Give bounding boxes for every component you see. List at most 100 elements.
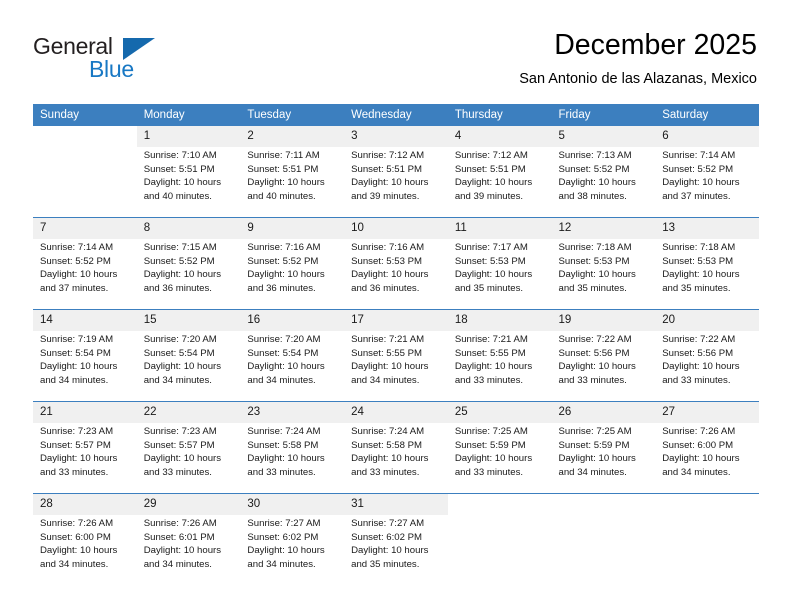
day-detail-line: and 33 minutes. (558, 374, 627, 386)
day-cell-empty (447, 494, 552, 515)
calendar-table: Sunday Monday Tuesday Wednesday Thursday Frid… (33, 104, 759, 585)
day-detail-line: Sunset: 5:52 PM (143, 255, 215, 267)
day-number[interactable]: 19 (551, 310, 656, 331)
day-detail-line: and 36 minutes. (247, 282, 316, 294)
day-number[interactable]: 6 (655, 126, 759, 147)
day-detail: Sunrise: 7:25 AM Sunset: 5:59 PM Daylight:… (551, 423, 656, 493)
day-number[interactable]: 10 (344, 218, 448, 239)
day-detail-line: Sunset: 5:54 PM (143, 347, 215, 359)
day-detail-empty (33, 147, 137, 217)
calendar-header-row: Sunday Monday Tuesday Wednesday Thursday Frid… (33, 104, 759, 126)
day-detail-line: Sunrise: 7:18 AM (558, 242, 632, 253)
day-number[interactable]: 8 (136, 218, 241, 239)
day-number[interactable]: 12 (551, 218, 656, 239)
general-blue-logo[interactable]: General Blue (33, 33, 233, 85)
day-number[interactable]: 22 (136, 402, 241, 423)
calendar-page: General Blue December 2025 San Antonio d… (0, 0, 792, 612)
day-detail: Sunrise: 7:18 AM Sunset: 5:53 PM Daylight:… (655, 239, 759, 309)
day-number[interactable]: 27 (655, 402, 759, 423)
day-number[interactable]: 30 (240, 494, 345, 515)
day-number[interactable]: 20 (655, 310, 759, 331)
day-detail: Sunrise: 7:12 AM Sunset: 5:51 PM Daylight:… (447, 147, 552, 217)
day-number[interactable]: 14 (33, 310, 137, 331)
day-number[interactable]: 29 (136, 494, 241, 515)
day-detail-line: Sunrise: 7:19 AM (40, 334, 114, 345)
day-detail-line: and 33 minutes. (40, 466, 109, 478)
day-number[interactable]: 15 (136, 310, 241, 331)
day-detail-line: Sunrise: 7:23 AM (40, 426, 114, 437)
day-number[interactable]: 26 (551, 402, 656, 423)
day-detail-line: Sunrise: 7:26 AM (662, 426, 736, 437)
day-number[interactable]: 25 (447, 402, 552, 423)
day-detail-line: Sunrise: 7:21 AM (454, 334, 528, 345)
day-detail-line: Sunset: 5:55 PM (351, 347, 423, 359)
day-detail-line: Daylight: 10 hours (558, 269, 636, 281)
day-detail-line: Sunrise: 7:12 AM (454, 150, 528, 161)
week-daynumber-row: 21 22 23 24 25 26 27 (33, 402, 759, 423)
day-number[interactable]: 23 (240, 402, 345, 423)
day-number[interactable]: 17 (344, 310, 448, 331)
day-detail-line: Sunset: 5:54 PM (247, 347, 319, 359)
day-number[interactable]: 24 (344, 402, 448, 423)
day-detail: Sunrise: 7:17 AM Sunset: 5:53 PM Daylight:… (447, 239, 552, 309)
day-detail: Sunrise: 7:26 AM Sunset: 6:01 PM Daylight:… (136, 515, 241, 585)
day-number[interactable]: 1 (136, 126, 241, 147)
day-number[interactable]: 11 (447, 218, 552, 239)
day-detail-line: Sunset: 5:56 PM (662, 347, 734, 359)
day-detail-line: Sunset: 5:59 PM (558, 439, 630, 451)
day-cell-empty (655, 494, 759, 515)
week-detail-row: Sunrise: 7:14 AM Sunset: 5:52 PM Daylight:… (33, 239, 759, 309)
day-detail-empty (551, 515, 656, 585)
weekday-header-monday: Monday (136, 104, 241, 126)
day-detail-line: Daylight: 10 hours (247, 269, 325, 281)
day-detail: Sunrise: 7:13 AM Sunset: 5:52 PM Daylight:… (551, 147, 656, 217)
day-number[interactable]: 16 (240, 310, 345, 331)
day-detail: Sunrise: 7:27 AM Sunset: 6:02 PM Daylight:… (344, 515, 448, 585)
day-number[interactable]: 3 (344, 126, 448, 147)
day-detail-line: Sunrise: 7:25 AM (558, 426, 632, 437)
day-detail: Sunrise: 7:20 AM Sunset: 5:54 PM Daylight:… (240, 331, 345, 401)
day-detail-line: Sunset: 5:54 PM (40, 347, 111, 359)
day-detail-line: Sunrise: 7:26 AM (40, 518, 114, 529)
day-detail-line: Sunset: 5:56 PM (558, 347, 630, 359)
day-number[interactable]: 9 (240, 218, 345, 239)
day-number[interactable]: 5 (551, 126, 656, 147)
day-detail-line: Daylight: 10 hours (247, 361, 325, 373)
day-detail: Sunrise: 7:22 AM Sunset: 5:56 PM Daylight:… (551, 331, 656, 401)
day-detail-line: and 34 minutes. (662, 466, 731, 478)
day-detail-line: and 34 minutes. (247, 374, 316, 386)
day-detail-line: Sunset: 5:51 PM (247, 163, 319, 175)
day-detail-line: and 33 minutes. (247, 466, 316, 478)
day-cell-empty (33, 126, 137, 147)
day-detail: Sunrise: 7:16 AM Sunset: 5:53 PM Daylight:… (344, 239, 448, 309)
day-detail-line: Daylight: 10 hours (247, 545, 325, 557)
day-cell-empty (551, 494, 656, 515)
day-detail-line: Sunset: 5:53 PM (558, 255, 630, 267)
day-number[interactable]: 2 (240, 126, 345, 147)
day-detail-line: Sunset: 6:02 PM (247, 531, 319, 543)
day-detail-line: Sunset: 5:53 PM (351, 255, 423, 267)
day-number[interactable]: 28 (33, 494, 137, 515)
day-detail: Sunrise: 7:24 AM Sunset: 5:58 PM Daylight:… (240, 423, 345, 493)
day-detail-line: Sunrise: 7:21 AM (351, 334, 425, 345)
day-detail: Sunrise: 7:21 AM Sunset: 5:55 PM Daylight:… (447, 331, 552, 401)
day-detail-line: Daylight: 10 hours (143, 177, 222, 189)
day-number[interactable]: 31 (344, 494, 448, 515)
day-detail-line: Daylight: 10 hours (351, 361, 429, 373)
weekday-header-sunday: Sunday (33, 104, 137, 126)
day-detail: Sunrise: 7:11 AM Sunset: 5:51 PM Daylight:… (240, 147, 345, 217)
day-number[interactable]: 18 (447, 310, 552, 331)
day-detail: Sunrise: 7:23 AM Sunset: 5:57 PM Daylight:… (136, 423, 241, 493)
day-detail: Sunrise: 7:23 AM Sunset: 5:57 PM Daylight:… (33, 423, 137, 493)
day-detail-line: Sunset: 5:58 PM (351, 439, 423, 451)
day-detail-line: Sunset: 6:00 PM (40, 531, 111, 543)
day-number[interactable]: 4 (447, 126, 552, 147)
day-detail: Sunrise: 7:12 AM Sunset: 5:51 PM Daylight:… (344, 147, 448, 217)
day-number[interactable]: 13 (655, 218, 759, 239)
day-number[interactable]: 7 (33, 218, 137, 239)
day-detail-line: Daylight: 10 hours (662, 177, 740, 189)
page-header: General Blue December 2025 San Antonio d… (0, 0, 792, 104)
day-detail: Sunrise: 7:16 AM Sunset: 5:52 PM Daylight:… (240, 239, 345, 309)
day-detail-line: Sunrise: 7:18 AM (662, 242, 736, 253)
day-number[interactable]: 21 (33, 402, 137, 423)
